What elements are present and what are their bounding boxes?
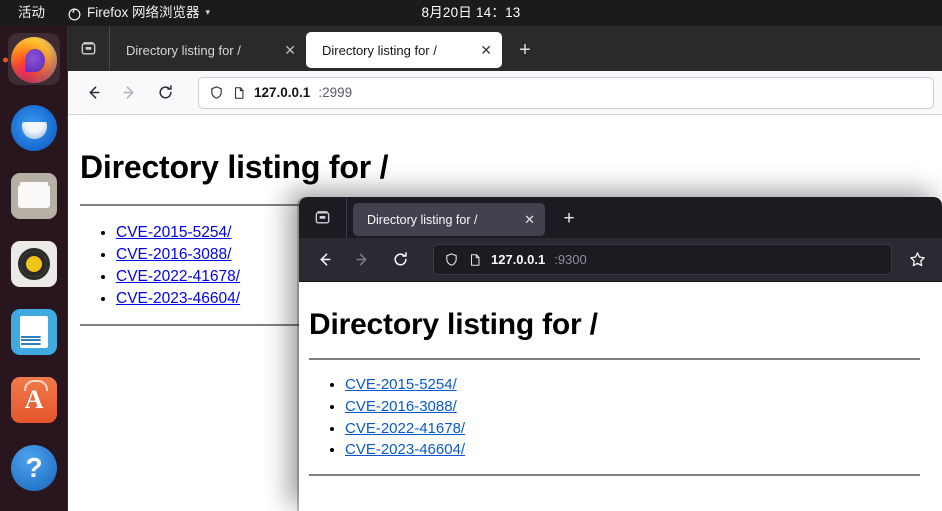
app-menu-button[interactable]: Firefox 网络浏览器 ▾ (68, 0, 210, 26)
close-icon[interactable]: ✕ (284, 43, 296, 57)
url-bar[interactable]: 127.0.0.1 :9300 (433, 244, 892, 275)
tab-title: Directory listing for / (126, 42, 241, 58)
page-icon[interactable] (468, 253, 482, 267)
dock-item-files[interactable] (0, 162, 68, 230)
back-window-titlebar: Directory listing for / ✕ Directory list… (68, 26, 942, 71)
dock-item-thunderbird[interactable] (0, 94, 68, 162)
forward-button[interactable] (112, 77, 146, 109)
shield-icon[interactable] (444, 252, 459, 267)
gnome-top-bar: 8月20日 14：13 活动 Firefox 网络浏览器 ▾ (0, 0, 942, 26)
firefox-view-icon[interactable] (299, 197, 347, 238)
list-item: CVE-2023-46604/ (345, 439, 920, 461)
directory-link[interactable]: CVE-2022-41678/ (345, 420, 465, 437)
page-title: Directory listing for / (309, 308, 598, 341)
shield-icon[interactable] (209, 85, 224, 100)
directory-link[interactable]: CVE-2022-41678/ (116, 268, 240, 285)
list-item: CVE-2022-41678/ (345, 418, 920, 440)
back-button[interactable] (307, 244, 341, 276)
close-icon[interactable]: ✕ (480, 43, 492, 57)
front-window-titlebar: Directory listing for / ✕ + (299, 197, 942, 238)
directory-listing: CVE-2015-5254/ CVE-2016-3088/ CVE-2022-4… (345, 374, 920, 461)
firefox-view-icon[interactable] (68, 26, 110, 71)
url-host: 127.0.0.1 (254, 85, 311, 100)
new-tab-button[interactable]: + (508, 33, 542, 67)
ubuntu-dock (0, 26, 68, 511)
speaker-icon (11, 241, 57, 287)
browser-window-front[interactable]: Directory listing for / ✕ + 127.0.0.1:9… (299, 197, 942, 511)
tab-directory-listing-2[interactable]: Directory listing for / ✕ (306, 32, 502, 68)
front-window-navbar: 127.0.0.1 :9300 (299, 238, 942, 282)
reload-button[interactable] (383, 244, 417, 276)
app-menu-label: Firefox 网络浏览器 (87, 5, 200, 20)
page-icon[interactable] (232, 86, 246, 100)
url-bar[interactable]: 127.0.0.1 :2999 (198, 76, 934, 109)
page-title: Directory listing for / (80, 149, 389, 185)
tab-title: Directory listing for / (367, 212, 478, 227)
back-window-tabstrip[interactable]: Directory listing for / ✕ Directory list… (110, 26, 502, 71)
list-item: CVE-2015-5254/ (345, 374, 920, 396)
divider-bottom (309, 474, 920, 476)
document-icon (11, 309, 57, 355)
star-icon[interactable] (900, 244, 934, 276)
chevron-down-icon: ▾ (205, 7, 211, 17)
directory-link[interactable]: CVE-2015-5254/ (116, 224, 231, 241)
activities-button[interactable]: 活动 (12, 0, 51, 26)
divider-top (309, 358, 920, 360)
dock-item-ubuntu-software[interactable] (0, 366, 68, 434)
software-bag-icon (11, 377, 57, 423)
list-item: CVE-2016-3088/ (345, 396, 920, 418)
url-port: :9300 (554, 252, 587, 267)
dock-item-rhythmbox[interactable] (0, 230, 68, 298)
close-icon[interactable]: ✕ (524, 212, 535, 228)
firefox-icon (68, 8, 81, 21)
question-mark-icon (11, 445, 57, 491)
directory-link[interactable]: CVE-2015-5254/ (345, 376, 457, 393)
thunderbird-icon (11, 105, 57, 151)
tab-title: Directory listing for / (322, 42, 437, 58)
firefox-icon (11, 37, 57, 83)
tab-directory-listing-front[interactable]: Directory listing for / ✕ (353, 203, 545, 236)
new-tab-button[interactable]: + (553, 203, 585, 235)
directory-link[interactable]: CVE-2016-3088/ (345, 398, 457, 415)
directory-link[interactable]: CVE-2016-3088/ (116, 246, 231, 263)
tab-directory-listing-1[interactable]: Directory listing for / ✕ (110, 32, 306, 68)
folder-icon (11, 173, 57, 219)
back-window-navbar: 127.0.0.1 :2999 (68, 71, 942, 115)
directory-link[interactable]: CVE-2023-46604/ (116, 290, 240, 307)
directory-link[interactable]: CVE-2023-46604/ (345, 441, 465, 458)
dock-item-libreoffice[interactable] (0, 298, 68, 366)
url-port: :2999 (318, 85, 353, 100)
dock-item-firefox[interactable] (0, 26, 68, 94)
forward-button[interactable] (345, 244, 379, 276)
desktop-screen: Directory listing for / ✕ Directory list… (0, 0, 942, 511)
url-host: 127.0.0.1 (491, 252, 546, 267)
back-button[interactable] (76, 77, 110, 109)
reload-button[interactable] (148, 77, 182, 109)
dock-item-help[interactable] (0, 434, 68, 502)
front-window-page-content: Directory listing for / CVE-2015-5254/ C… (299, 282, 942, 511)
